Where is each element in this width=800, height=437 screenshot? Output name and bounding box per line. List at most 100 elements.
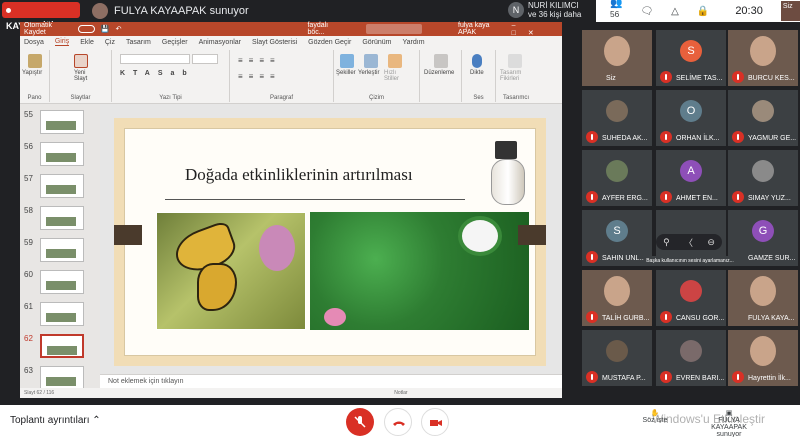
mute-icon[interactable]: 〈 bbox=[684, 236, 693, 249]
participant-tile[interactable]: SIMAY YUZ... bbox=[728, 150, 798, 206]
tab-gecisler[interactable]: Geçişler bbox=[162, 39, 188, 46]
window-controls[interactable]: –□✕ bbox=[512, 22, 558, 37]
quick-styles-icon[interactable] bbox=[388, 54, 402, 68]
participant-tile[interactable]: TALİH GURB... bbox=[582, 270, 652, 326]
tab-gozden-gecir[interactable]: Gözden Geçir bbox=[308, 39, 351, 46]
notes-pane[interactable]: Not eklemek için tıklayın bbox=[100, 374, 562, 388]
undo-icon[interactable]: ↶ bbox=[116, 25, 122, 33]
autosave-toggle[interactable] bbox=[78, 25, 95, 33]
clover-field-image[interactable] bbox=[310, 212, 529, 330]
slide-title[interactable]: Doğada etkinliklerinin artırılması bbox=[185, 165, 413, 185]
activities-icon[interactable]: △ bbox=[671, 6, 679, 17]
butterfly-image[interactable] bbox=[156, 212, 306, 330]
new-slide-label: Yeni Slayt bbox=[74, 70, 88, 82]
participant-tile[interactable]: Siz bbox=[582, 30, 652, 86]
participant-avatar bbox=[606, 340, 628, 362]
mic-off-icon bbox=[732, 131, 744, 143]
group-label-yazi-tipi: Yazı Tipi bbox=[159, 95, 182, 101]
search-box[interactable] bbox=[366, 24, 423, 34]
participant-tile[interactable]: S SELİME TAS... bbox=[656, 30, 726, 86]
slide-band-right bbox=[518, 225, 546, 245]
participant-tile[interactable]: G GAMZE SUR... bbox=[728, 210, 798, 266]
tab-ciz[interactable]: Çiz bbox=[105, 39, 115, 46]
slide-thumbnail[interactable]: 61 bbox=[22, 302, 96, 330]
tab-giris[interactable]: Giriş bbox=[54, 38, 70, 46]
arrange-label: Yerleştir bbox=[358, 70, 380, 76]
ppt-status-bar: Slayt 62 / 116 Notlar bbox=[20, 388, 562, 398]
camera-toggle-button[interactable] bbox=[421, 408, 449, 436]
participant-tile[interactable]: FULYA KAYA... bbox=[728, 270, 798, 326]
tab-animasyonlar[interactable]: Animasyonlar bbox=[199, 39, 241, 46]
presenter-label: FULYA KAYAAPAK sunuyor bbox=[114, 5, 249, 17]
participant-tile[interactable]: O ORHAN İLK... bbox=[656, 90, 726, 146]
participant-tile[interactable]: AYFER ERG... bbox=[582, 150, 652, 206]
new-slide-icon[interactable] bbox=[74, 54, 88, 68]
participant-tile[interactable]: Hayrettin İlk... bbox=[728, 330, 798, 386]
volume-tooltip: Başka kullanıcının sesini ayarlamanız... bbox=[644, 256, 736, 266]
slide-preview bbox=[40, 302, 84, 326]
lock-icon[interactable]: 🔒 bbox=[697, 6, 709, 17]
arrange-icon[interactable] bbox=[364, 54, 378, 68]
notes-placeholder: Not eklemek için tıklayın bbox=[108, 378, 184, 385]
slide-thumbnail[interactable]: 57 bbox=[22, 174, 96, 202]
tab-yardim[interactable]: Yardım bbox=[403, 39, 425, 46]
notes-toggle[interactable]: Notlar bbox=[394, 390, 407, 396]
tab-dosya[interactable]: Dosya bbox=[24, 39, 44, 46]
slide-thumbnail[interactable]: 55 bbox=[22, 110, 96, 138]
microphone-icon[interactable] bbox=[472, 54, 482, 68]
chat-icon[interactable]: 🗨 bbox=[640, 6, 653, 17]
participant-tile[interactable]: BURCU KES... bbox=[728, 30, 798, 86]
participant-name: MUSTAFA P... bbox=[602, 375, 646, 382]
slide-thumbnail[interactable]: 60 bbox=[22, 270, 96, 298]
slide-preview bbox=[40, 238, 84, 262]
tab-slayt-gosterisi[interactable]: Slayt Gösterisi bbox=[252, 39, 297, 46]
font-name-select[interactable] bbox=[120, 54, 190, 64]
people-button[interactable]: 👥56 bbox=[610, 0, 622, 24]
tab-gorunum[interactable]: Görünüm bbox=[362, 39, 391, 46]
participant-tile[interactable]: MUSTAFA P... bbox=[582, 330, 652, 386]
participant-tile[interactable]: A AHMET EN... bbox=[656, 150, 726, 206]
mic-off-icon bbox=[660, 371, 672, 383]
slide-number: 61 bbox=[24, 302, 33, 311]
shapes-icon[interactable] bbox=[340, 54, 354, 68]
slide-editor-area: Doğada etkinliklerinin artırılması bbox=[100, 104, 562, 374]
font-size-select[interactable] bbox=[192, 54, 218, 64]
group-label-slaytlar: Slaytlar bbox=[70, 95, 91, 101]
mic-toggle-button[interactable] bbox=[346, 408, 374, 436]
align-buttons[interactable]: ≡≡≡≡ bbox=[238, 72, 281, 81]
participant-tile[interactable]: S SAHIN UNL... bbox=[582, 210, 652, 266]
participant-tile[interactable]: EVREN BARI... bbox=[656, 330, 726, 386]
participant-tile[interactable]: YAGMUR GE... bbox=[728, 90, 798, 146]
save-icon[interactable]: 💾 bbox=[101, 25, 110, 33]
design-ideas-icon[interactable] bbox=[508, 54, 522, 68]
tab-tasarim[interactable]: Tasarım bbox=[126, 39, 151, 46]
participant-avatar: S bbox=[606, 220, 628, 242]
spray-bottle-image[interactable] bbox=[487, 141, 535, 209]
participant-avatar bbox=[606, 100, 628, 122]
font-style-buttons[interactable]: KTASab bbox=[120, 70, 195, 77]
mic-off-icon bbox=[586, 311, 598, 323]
paste-icon[interactable] bbox=[28, 54, 42, 68]
group-label-paragraf: Paragraf bbox=[269, 95, 293, 101]
participant-tile[interactable]: CANSU GOR... bbox=[656, 270, 726, 326]
current-slide[interactable]: Doğada etkinliklerinin artırılması bbox=[114, 118, 546, 366]
slide-thumbnail[interactable]: 59 bbox=[22, 238, 96, 266]
participant-avatar: A bbox=[680, 160, 702, 182]
meeting-details-button[interactable]: Toplantı ayrıntıları ⌃ bbox=[10, 415, 101, 426]
pin-icon[interactable]: ⚲ bbox=[663, 237, 670, 248]
self-view-thumbnail: Siz bbox=[780, 1, 800, 21]
slide-thumbnail-selected[interactable]: 62 bbox=[22, 334, 96, 362]
participant-video bbox=[604, 276, 630, 306]
leave-call-button[interactable] bbox=[384, 408, 412, 436]
dictate-label: Dikte bbox=[470, 70, 484, 76]
slide-preview bbox=[40, 206, 84, 230]
participant-name: AYFER ERG... bbox=[602, 195, 648, 202]
list-buttons[interactable]: ≡≡≡≡ bbox=[238, 56, 281, 65]
tab-ekle[interactable]: Ekle bbox=[80, 39, 94, 46]
slide-preview bbox=[40, 334, 84, 358]
remove-icon[interactable]: ⊖ bbox=[707, 237, 715, 248]
editing-icon[interactable] bbox=[434, 54, 448, 68]
slide-thumbnail[interactable]: 58 bbox=[22, 206, 96, 234]
slide-thumbnail[interactable]: 56 bbox=[22, 142, 96, 170]
participant-tile[interactable]: SUHEDA AK... bbox=[582, 90, 652, 146]
